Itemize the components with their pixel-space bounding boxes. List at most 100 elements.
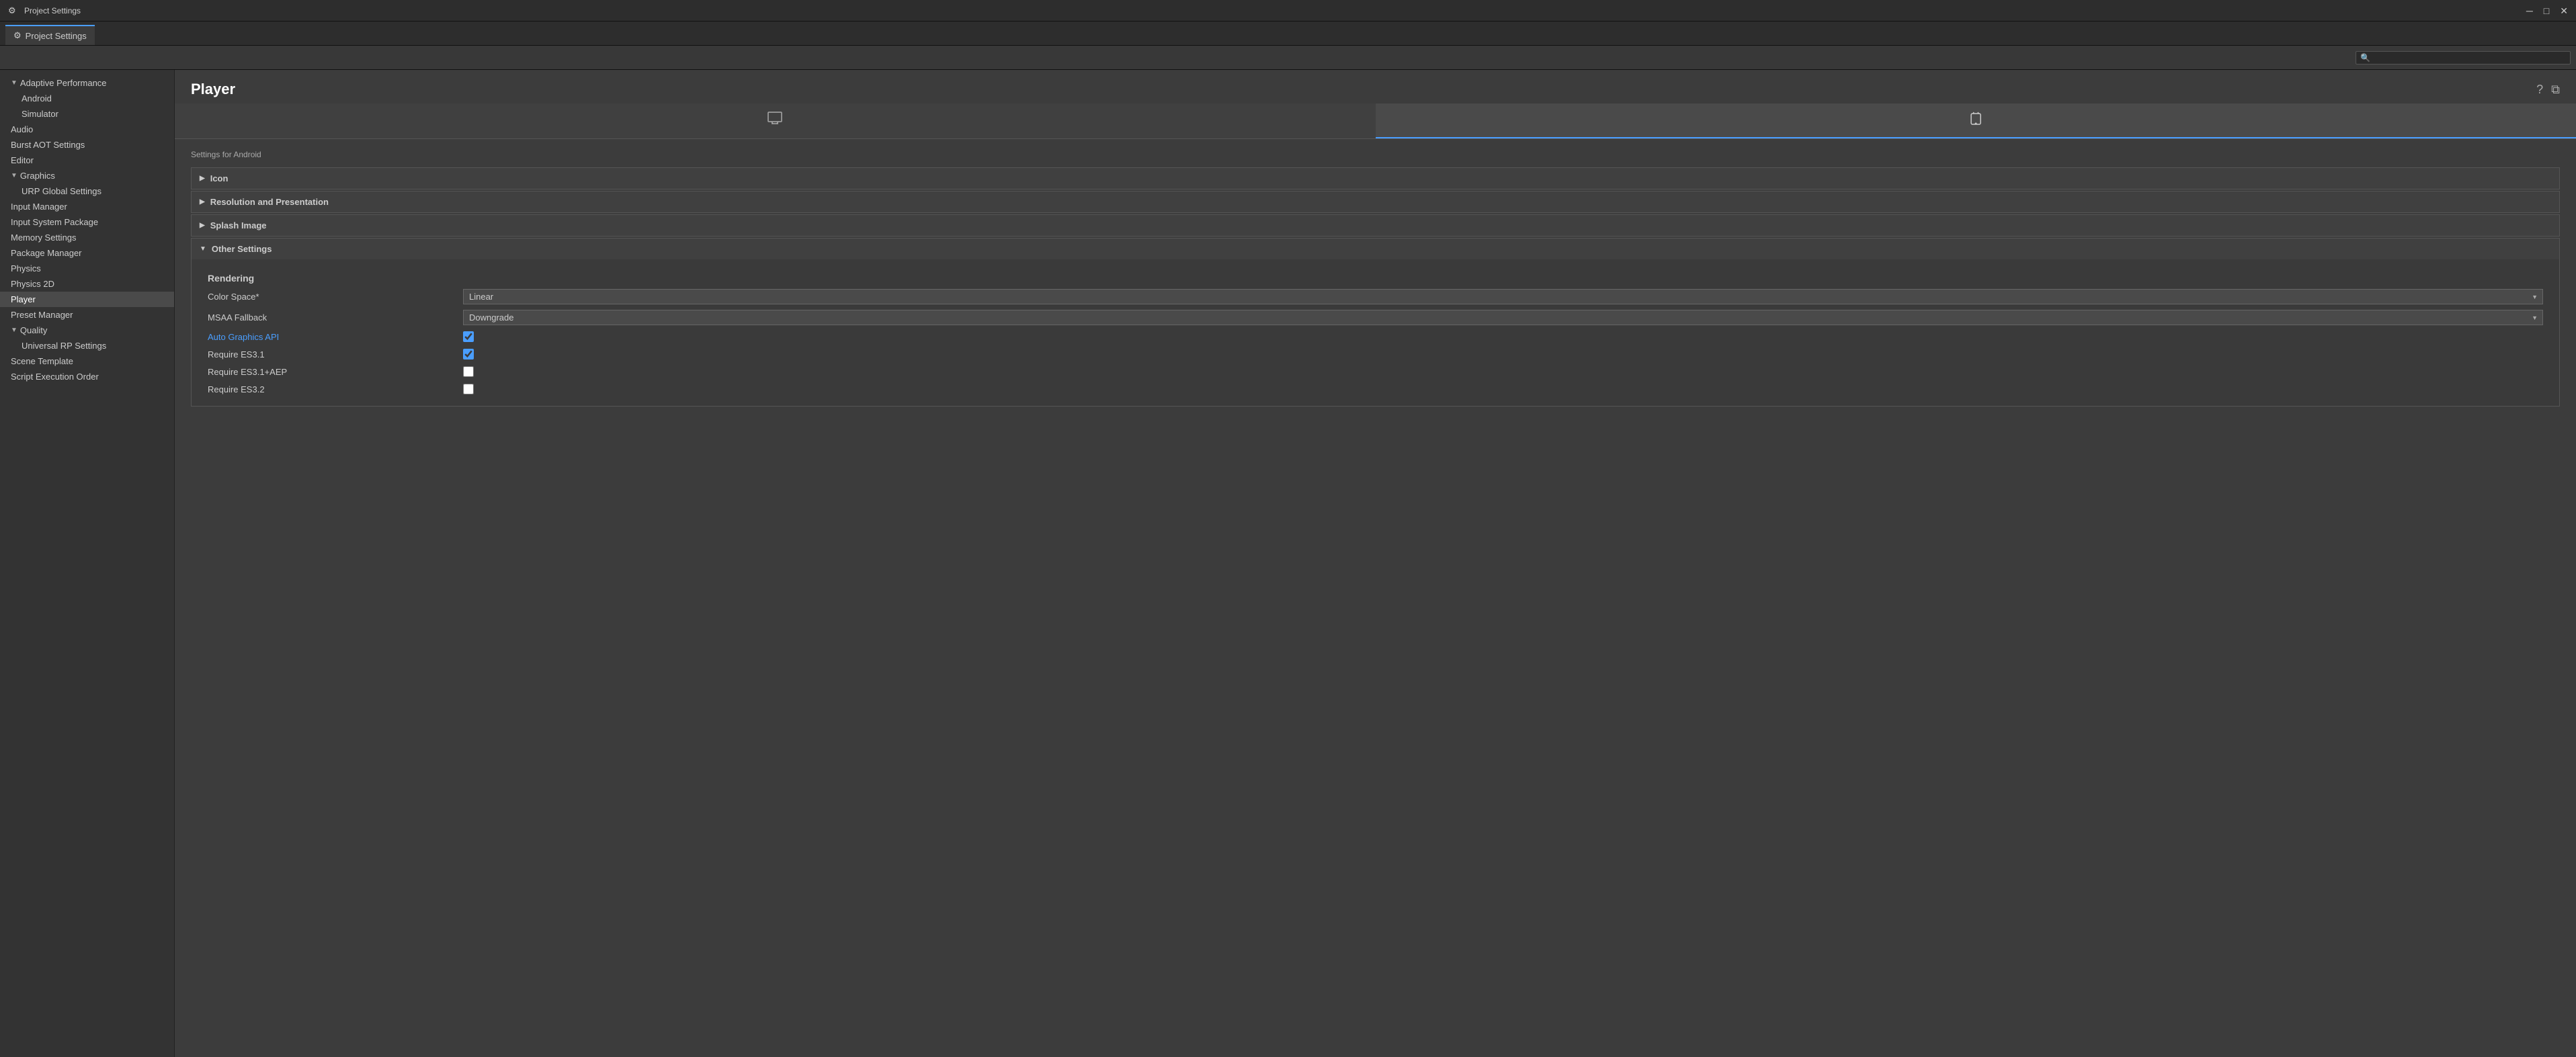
dropdown-msaa-fallback[interactable]: DowngradeNone (463, 310, 2543, 325)
field-value-color-space: LinearGamma (463, 289, 2543, 304)
sidebar-label-universal-rp-settings: Universal RP Settings (22, 341, 106, 351)
sidebar-item-universal-rp-settings[interactable]: Universal RP Settings (0, 338, 174, 353)
sidebar-label-burst-aot-settings: Burst AOT Settings (11, 140, 85, 150)
sidebar-item-player[interactable]: Player (0, 292, 174, 307)
tab-project-settings[interactable]: ⚙ Project Settings (5, 25, 95, 45)
field-label-require-es32: Require ES3.2 (208, 384, 463, 394)
section-arrow-icon: ▶ (200, 175, 205, 182)
dropdown-wrapper-color-space: LinearGamma (463, 289, 2543, 304)
sidebar-label-script-execution-order: Script Execution Order (11, 372, 99, 382)
section-other-settings: ▼Other SettingsRenderingColor Space*Line… (191, 238, 2560, 407)
tab-bar: ⚙ Project Settings (0, 22, 2576, 46)
section-header-resolution-and-presentation[interactable]: ▶Resolution and Presentation (192, 192, 2559, 212)
section-header-icon[interactable]: ▶ Icon (192, 168, 2559, 189)
sidebar-item-package-manager[interactable]: Package Manager (0, 245, 174, 261)
sidebar-item-physics[interactable]: Physics (0, 261, 174, 276)
sidebar-item-graphics[interactable]: ▼Graphics (0, 168, 174, 183)
content-area: Player ? ⧉ Settings for Android ▶Icon▶Re… (175, 70, 2576, 1057)
sidebar-item-adaptive-performance[interactable]: ▼Adaptive Performance (0, 75, 174, 91)
header-icons: ? ⧉ (2536, 83, 2560, 97)
settings-content: Settings for Android ▶ Icon ▶Resolution an… (175, 139, 2576, 1057)
settings-for-label: Settings for Android (191, 150, 2560, 159)
field-label-auto-graphics-api[interactable]: Auto Graphics API (208, 332, 463, 342)
field-row-require-es32: Require ES3.2 (192, 380, 2559, 398)
sidebar-item-preset-manager[interactable]: Preset Manager (0, 307, 174, 323)
minimize-button[interactable]: ─ (2526, 6, 2533, 15)
sidebar-item-input-manager[interactable]: Input Manager (0, 199, 174, 214)
window-controls: ─ □ ✕ (2526, 6, 2568, 15)
sidebar-label-preset-manager: Preset Manager (11, 310, 73, 320)
page-title: Player (191, 81, 235, 98)
dropdown-color-space[interactable]: LinearGamma (463, 289, 2543, 304)
content-header: Player ? ⧉ (175, 70, 2576, 103)
sidebar-item-simulator[interactable]: Simulator (0, 106, 174, 122)
section-header-other-settings[interactable]: ▼ Other Settings (192, 239, 2559, 259)
checkbox-wrapper-auto-graphics-api (463, 331, 2543, 342)
field-label-color-space: Color Space* (208, 292, 463, 302)
platform-tab-android[interactable] (1376, 103, 2576, 138)
window-title: Project Settings (24, 6, 81, 15)
section-header-splash-image[interactable]: ▶ Splash Image (192, 215, 2559, 236)
field-row-require-es31: Require ES3.1 (192, 345, 2559, 363)
sidebar-label-physics: Physics (11, 263, 41, 273)
help-icon[interactable]: ? (2536, 83, 2543, 97)
field-value-require-es31-aep (463, 366, 2543, 377)
sidebar-item-urp-global-settings[interactable]: URP Global Settings (0, 183, 174, 199)
section-body-other-settings: RenderingColor Space*LinearGammaMSAA Fal… (192, 259, 2559, 406)
checkbox-auto-graphics-api[interactable] (463, 331, 474, 342)
tab-icon: ⚙ (13, 30, 22, 41)
sidebar-item-burst-aot-settings[interactable]: Burst AOT Settings (0, 137, 174, 153)
sidebar-item-editor[interactable]: Editor (0, 153, 174, 168)
field-value-auto-graphics-api (463, 331, 2543, 342)
sidebar-label-package-manager: Package Manager (11, 248, 82, 258)
search-input[interactable] (2373, 53, 2566, 62)
sidebar-item-scene-template[interactable]: Scene Template (0, 353, 174, 369)
field-value-msaa-fallback: DowngradeNone (463, 310, 2543, 325)
main-layout: ▼Adaptive PerformanceAndroidSimulatorAud… (0, 70, 2576, 1057)
field-label-msaa-fallback: MSAA Fallback (208, 312, 463, 323)
checkbox-require-es31[interactable] (463, 349, 474, 360)
sidebar-item-audio[interactable]: Audio (0, 122, 174, 137)
section-arrow-other-settings: ▼ (200, 245, 206, 253)
field-label-require-es31-aep: Require ES3.1+AEP (208, 367, 463, 377)
sidebar-label-audio: Audio (11, 124, 33, 134)
section-arrow-splash-image: ▶ (200, 222, 205, 229)
subsection-title-rendering: Rendering (192, 267, 2559, 286)
platform-icon-standalone (767, 112, 783, 129)
platform-tab-standalone[interactable] (175, 103, 1376, 138)
checkbox-require-es32[interactable] (463, 384, 474, 394)
sidebar-label-memory-settings: Memory Settings (11, 232, 77, 243)
maximize-button[interactable]: □ (2544, 6, 2549, 15)
sidebar-label-input-manager: Input Manager (11, 202, 67, 212)
checkbox-wrapper-require-es32 (463, 384, 2543, 394)
sidebar-item-android[interactable]: Android (0, 91, 174, 106)
field-value-require-es32 (463, 384, 2543, 394)
close-button[interactable]: ✕ (2560, 6, 2568, 15)
search-wrapper: 🔍 (2356, 51, 2571, 65)
field-label-require-es31: Require ES3.1 (208, 349, 463, 360)
sidebar-label-input-system-package: Input System Package (11, 217, 98, 227)
sidebar-label-quality: Quality (20, 325, 47, 335)
sidebar-label-scene-template: Scene Template (11, 356, 73, 366)
sidebar-label-urp-global-settings: URP Global Settings (22, 186, 101, 196)
sidebar: ▼Adaptive PerformanceAndroidSimulatorAud… (0, 70, 175, 1057)
checkbox-require-es31-aep[interactable] (463, 366, 474, 377)
search-bar: 🔍 (0, 46, 2576, 70)
section-label-other-settings: Other Settings (212, 244, 272, 254)
sidebar-item-quality[interactable]: ▼Quality (0, 323, 174, 338)
section-label-splash-image: Splash Image (210, 220, 267, 230)
section-label-icon: Icon (210, 173, 228, 183)
dropdown-wrapper-msaa-fallback: DowngradeNone (463, 310, 2543, 325)
sidebar-label-adaptive-performance: Adaptive Performance (20, 78, 107, 88)
layout-icon[interactable]: ⧉ (2551, 83, 2560, 97)
sidebar-arrow-quality: ▼ (11, 327, 17, 334)
sidebar-label-simulator: Simulator (22, 109, 58, 119)
platform-icon-android (1969, 110, 1983, 130)
section-splash-image: ▶ Splash Image (191, 214, 2560, 237)
sidebar-item-input-system-package[interactable]: Input System Package (0, 214, 174, 230)
field-row-color-space: Color Space*LinearGamma (192, 286, 2559, 307)
sidebar-item-memory-settings[interactable]: Memory Settings (0, 230, 174, 245)
sidebar-item-physics-2d[interactable]: Physics 2D (0, 276, 174, 292)
sidebar-item-script-execution-order[interactable]: Script Execution Order (0, 369, 174, 384)
field-row-auto-graphics-api: Auto Graphics API (192, 328, 2559, 345)
